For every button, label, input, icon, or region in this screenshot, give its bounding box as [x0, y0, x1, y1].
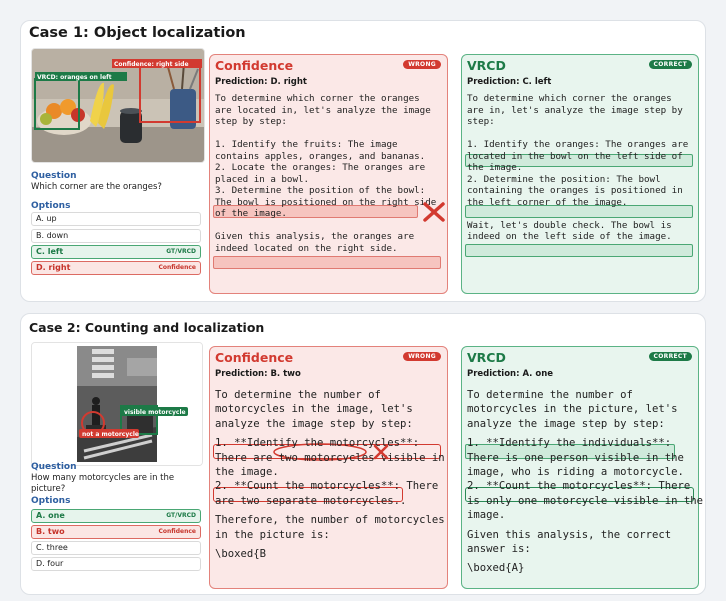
case1-image: VRCD: oranges on left Confidence: right … [31, 48, 205, 163]
reasoning-text: To determine the number of motorcycles in… [467, 389, 703, 575]
case1-question: Which corner are the oranges? [31, 182, 162, 192]
prediction: Prediction: C. left [467, 77, 552, 87]
highlight-wrong-conclusion [213, 256, 441, 269]
case1-option-a: A. up [31, 212, 201, 226]
case2-image: visible motorcycle not a motorcycle [31, 342, 203, 466]
reasoning-text: To determine which corner the oranges are… [467, 93, 689, 242]
case2-option-d: D. four [31, 557, 201, 571]
case2-option-c: C. three [31, 541, 201, 555]
prediction: Prediction: D. right [215, 77, 307, 87]
correct-badge: CORRECT [648, 60, 692, 69]
case1-question-label: Question [31, 171, 77, 181]
gt-tag: GT/VRCD [166, 512, 196, 519]
case2-question: How many motorcycles are in the picture? [31, 473, 175, 494]
reasoning-text: To determine which corner the oranges are… [215, 93, 437, 254]
case1-title: Case 1: Object localization [29, 25, 246, 41]
correct-badge: CORRECT [648, 352, 692, 361]
case2-options-label: Options [31, 496, 71, 506]
case2-option-a: A. one GT/VRCD [31, 509, 201, 523]
kitchen-photo: VRCD: oranges on left Confidence: right … [32, 49, 204, 162]
prediction: Prediction: B. two [215, 369, 301, 379]
gt-tag: GT/VRCD [166, 248, 196, 255]
case2-vrcd-panel: VRCD CORRECT Prediction: A. one To deter… [461, 346, 703, 589]
case1-vrcd-panel: VRCD CORRECT Prediction: C. left To dete… [461, 54, 699, 294]
cross-mark-icon [423, 202, 445, 222]
case1-card: Case 1: Object localization VRCD: orange… [20, 20, 706, 302]
case2-card: Case 2: Counting and localization visibl… [20, 313, 706, 595]
panel-title: VRCD [467, 350, 506, 365]
case1-option-d: D. right Confidence [31, 261, 201, 275]
cross-mark-icon [373, 444, 389, 460]
case2-option-b: B. two Confidence [31, 525, 201, 539]
vrcd-image-label: VRCD: oranges on left [37, 74, 112, 81]
confidence-image-label: Confidence: right side [114, 61, 189, 68]
case2-title: Case 2: Counting and localization [29, 320, 265, 335]
reasoning-text: To determine the number of motorcycles in… [215, 389, 445, 560]
wrong-badge: WRONG [403, 352, 441, 361]
panel-title: Confidence [215, 350, 294, 365]
wrong-badge: WRONG [403, 60, 441, 69]
case1-confidence-panel: Confidence WRONG Prediction: D. right To… [209, 54, 448, 294]
case1-option-b: B. down [31, 229, 201, 243]
highlight-double-check [465, 244, 693, 257]
prediction: Prediction: A. one [467, 369, 554, 379]
case1-option-c: C. left GT/VRCD [31, 245, 201, 259]
visible-motorcycle-label: visible motorcycle [124, 409, 186, 416]
case2-question-label: Question [31, 462, 77, 472]
panel-title: Confidence [215, 58, 294, 73]
street-photo: visible motorcycle not a motorcycle [32, 343, 202, 465]
not-motorcycle-label: not a motorcycle [82, 431, 139, 438]
confidence-tag: Confidence [158, 264, 196, 271]
confidence-tag: Confidence [158, 528, 196, 535]
panel-title: VRCD [467, 58, 506, 73]
case1-options-label: Options [31, 201, 71, 211]
case2-confidence-panel: Confidence WRONG Prediction: B. two To d… [209, 346, 448, 589]
